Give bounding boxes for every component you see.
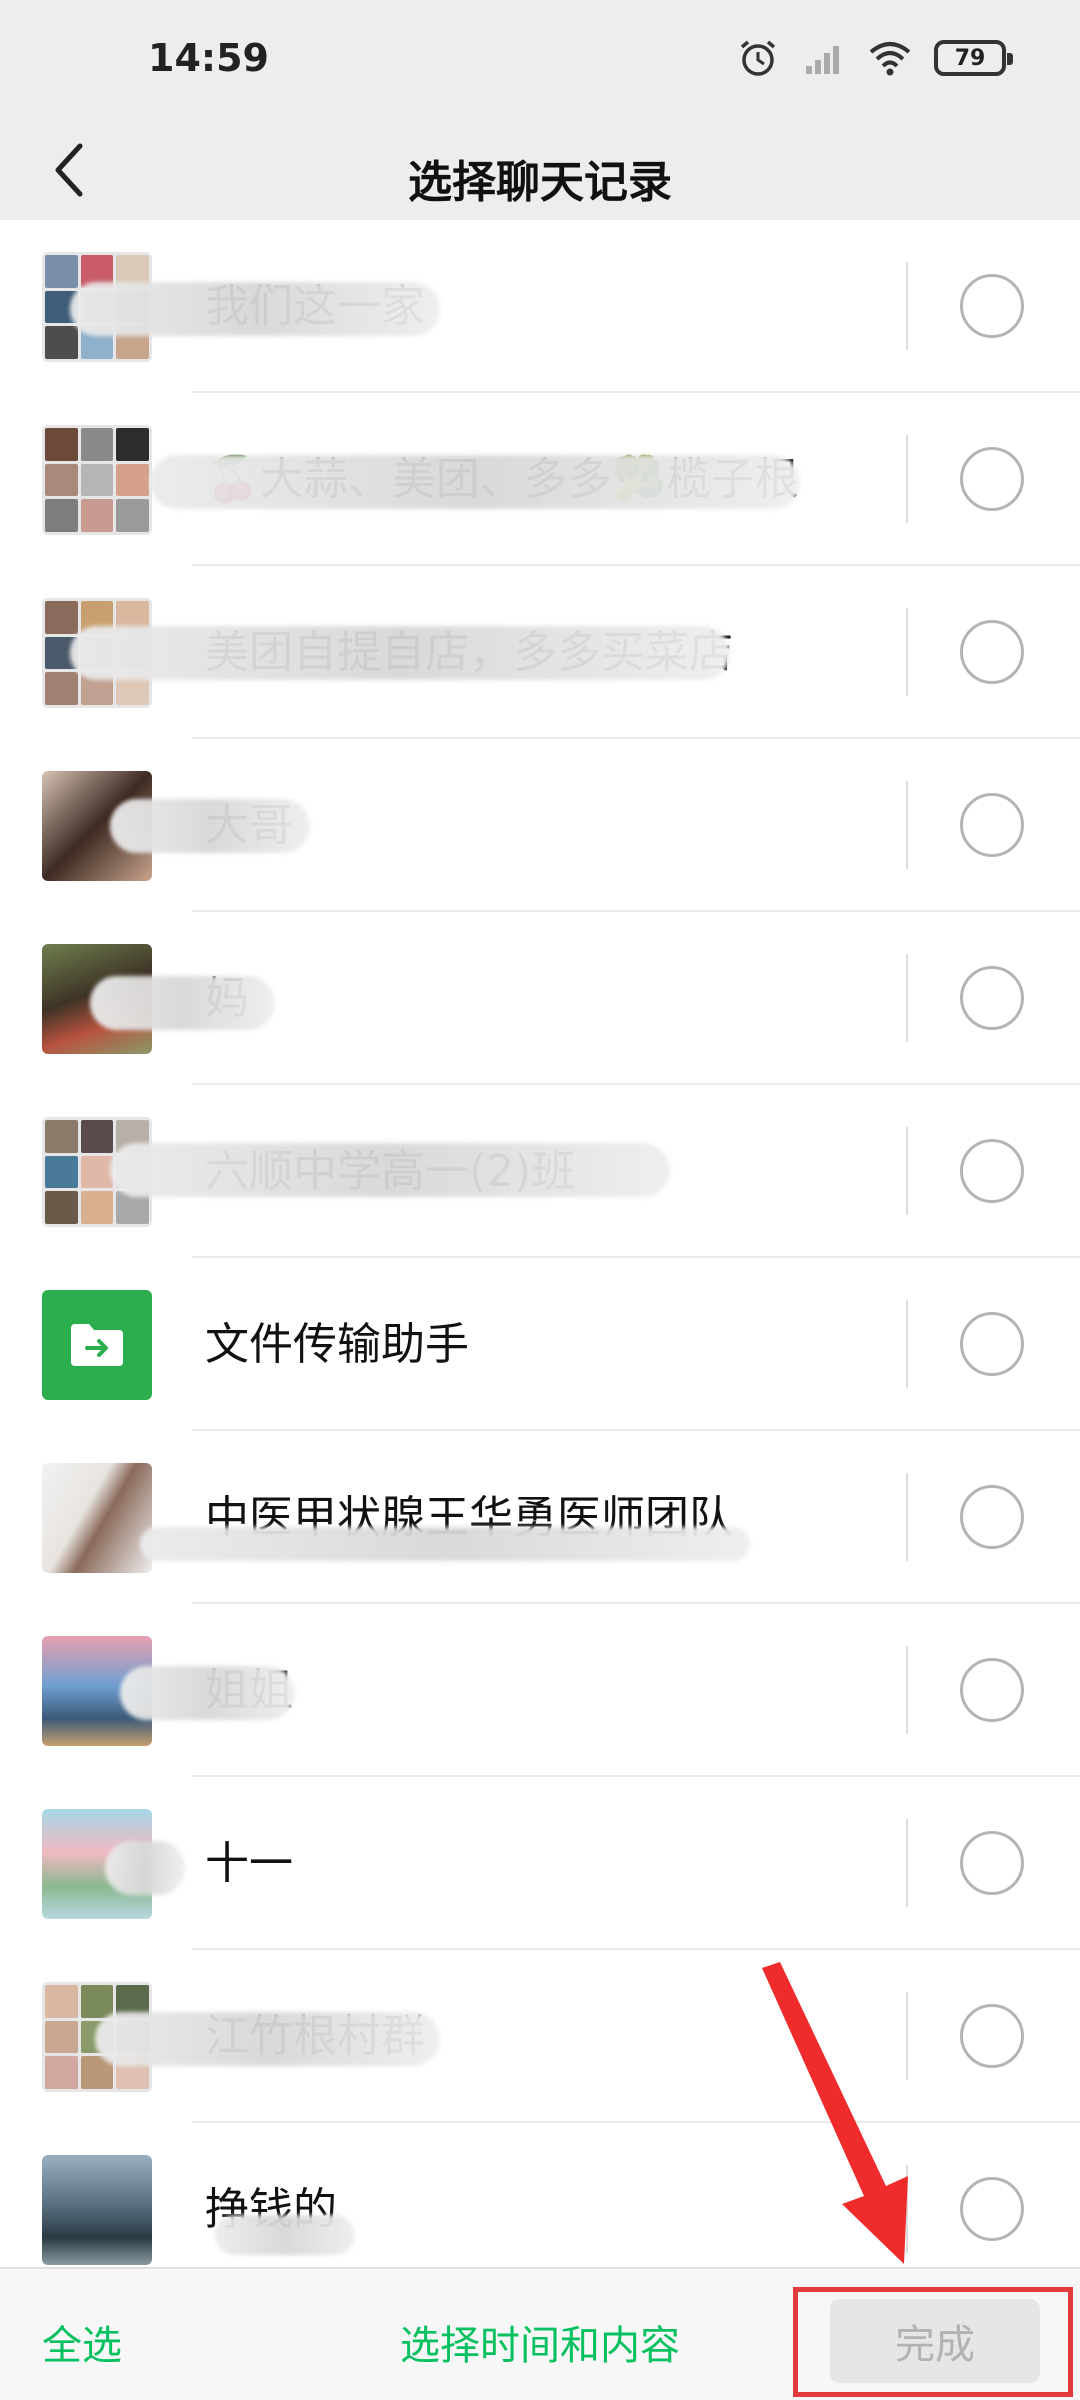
privacy-blur (70, 626, 730, 680)
row-separator (906, 1300, 908, 1388)
select-radio[interactable] (960, 793, 1024, 857)
alarm-icon (740, 40, 776, 76)
row-separator (906, 781, 908, 869)
group-avatar (42, 425, 152, 535)
highlight-box (793, 2287, 1073, 2397)
contact-avatar (42, 1463, 152, 1573)
signal-icon (806, 46, 839, 74)
chat-row[interactable]: 六顺中学高一(2)班 (0, 1085, 1080, 1258)
select-radio[interactable] (960, 274, 1024, 338)
privacy-blur (140, 1527, 750, 1561)
row-separator (906, 608, 908, 696)
row-separator (906, 435, 908, 523)
privacy-blur (110, 799, 310, 853)
select-radio[interactable] (960, 2004, 1024, 2068)
bottom-action-bar: 全选 选择时间和内容 完成 (0, 2267, 1080, 2400)
chat-row[interactable]: 我们这一家 (0, 220, 1080, 393)
privacy-blur (110, 1143, 670, 1197)
row-separator (906, 1819, 908, 1907)
select-radio[interactable] (960, 2177, 1024, 2241)
row-separator (906, 1473, 908, 1561)
row-separator (906, 1127, 908, 1215)
select-radio[interactable] (960, 1831, 1024, 1895)
chat-row[interactable]: 妈 (0, 912, 1080, 1085)
chat-row[interactable]: 中医甲状腺王华勇医师团队 (0, 1431, 1080, 1604)
select-radio[interactable] (960, 1139, 1024, 1203)
chat-name: 十一 (205, 1838, 293, 1889)
chat-name: 中医甲状腺王华勇医师团队 (205, 1492, 733, 1543)
privacy-blur (105, 1841, 185, 1895)
privacy-blur (90, 976, 275, 1030)
chat-row[interactable]: 文件传输助手 (0, 1258, 1080, 1431)
wifi-icon (869, 42, 911, 76)
select-radio[interactable] (960, 620, 1024, 684)
row-separator (906, 954, 908, 1042)
select-radio[interactable] (960, 1485, 1024, 1549)
battery-icon: 79 (934, 40, 1013, 76)
status-time: 14:59 (148, 36, 269, 80)
row-separator (906, 262, 908, 350)
status-bar: 14:59 79 (0, 0, 1080, 120)
privacy-blur (120, 1666, 295, 1720)
contact-avatar (42, 2155, 152, 2265)
chat-row[interactable]: 美团自提自店，多多买菜店 (0, 566, 1080, 739)
row-separator (906, 1646, 908, 1734)
privacy-blur (215, 2215, 355, 2255)
chat-row[interactable]: 姐姐 (0, 1604, 1080, 1777)
select-radio[interactable] (960, 447, 1024, 511)
chat-name: 文件传输助手 (205, 1319, 469, 1370)
folder-arrow-icon (71, 1324, 123, 1366)
file-transfer-avatar (42, 1290, 152, 1400)
chat-row[interactable]: 十一 (0, 1777, 1080, 1950)
chat-row[interactable]: 大哥 (0, 739, 1080, 912)
nav-bar: 选择聊天记录 (0, 120, 1080, 220)
privacy-blur (150, 455, 800, 509)
privacy-blur (95, 2012, 440, 2066)
page-title: 选择聊天记录 (408, 157, 672, 208)
privacy-blur (70, 282, 440, 336)
select-radio[interactable] (960, 1312, 1024, 1376)
annotation-arrow-icon (762, 1962, 908, 2264)
status-icons: 79 (736, 38, 1013, 78)
chat-row[interactable]: 🍒大蒜、美团、多多🥦榄子根 (0, 393, 1080, 566)
select-radio[interactable] (960, 1658, 1024, 1722)
select-radio[interactable] (960, 966, 1024, 1030)
